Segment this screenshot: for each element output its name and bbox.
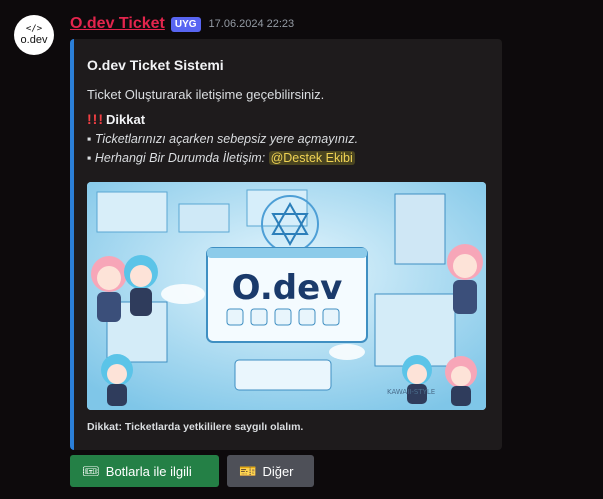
rule-item: ▪ Herhangi Bir Durumda İletişim: @Destek…	[87, 151, 355, 165]
rule-item: ▪ Ticketlarınızı açarken sebepsiz yere a…	[87, 132, 359, 146]
timestamp: 17.06.2024 22:23	[208, 18, 295, 30]
ticket-icon: 🎟	[82, 462, 100, 479]
banner-image[interactable]: O.dev KAWAII-STYLE	[87, 182, 486, 410]
message-header: O.dev Ticket UYG 17.06.2024 22:23	[70, 14, 294, 34]
warning-heading: !!! Dikkat	[87, 111, 145, 127]
embed-footer: Dikkat: Ticketlarda yetkililere saygılı …	[87, 421, 304, 433]
warning-title: Dikkat	[106, 112, 146, 127]
bots-button-label: Botlarla ile ilgili	[105, 463, 192, 479]
other-button-label: Diğer	[262, 463, 294, 479]
embed-title: O.dev Ticket Sistemi	[87, 57, 224, 73]
author-name[interactable]: O.dev Ticket	[70, 15, 165, 33]
banner-watermark: KAWAII-STYLE	[387, 388, 435, 396]
bots-button[interactable]: 🎟 Botlarla ile ilgili	[70, 455, 219, 487]
avatar-label: o.dev	[20, 34, 48, 46]
other-button[interactable]: 🎫 Diğer	[227, 455, 314, 487]
role-mention[interactable]: @Destek Ekibi	[268, 151, 355, 165]
exclamation-icon: !!!	[87, 111, 104, 127]
ticket-gray-icon: 🎫	[239, 462, 257, 479]
banner-logo: O.dev	[232, 268, 343, 308]
embed-card: O.dev Ticket Sistemi Ticket Oluşturarak …	[70, 39, 502, 450]
app-badge: UYG	[170, 16, 201, 32]
avatar[interactable]: </> o.dev	[14, 15, 54, 55]
rule-text: ▪ Herhangi Bir Durumda İletişim:	[87, 151, 266, 165]
embed-description: Ticket Oluşturarak iletişime geçebilirsi…	[87, 87, 325, 102]
